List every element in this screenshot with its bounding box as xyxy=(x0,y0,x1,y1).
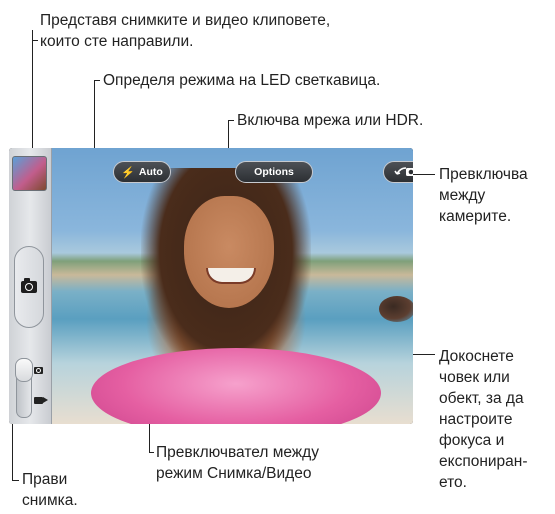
flash-mode-button[interactable]: ⚡ Auto xyxy=(113,161,171,183)
callout-mode-switch: Превключвател между режим Снимка/Видео xyxy=(156,444,319,482)
video-mode-icon xyxy=(34,397,48,404)
photo-viewer-thumbnail[interactable] xyxy=(12,156,47,191)
background-swimmer xyxy=(379,296,413,322)
leader-mode-h2 xyxy=(149,452,154,453)
callout-flash: Определя режима на LED светкавица. xyxy=(103,72,381,89)
options-button[interactable]: Options xyxy=(235,161,313,183)
leader-viewer-v xyxy=(32,30,33,159)
options-label: Options xyxy=(254,166,294,178)
callout-switch-camera: Превключва между камерите. xyxy=(439,166,528,225)
callout-options: Включва мрежа или HDR. xyxy=(237,112,424,129)
camera-icon xyxy=(21,278,37,293)
photo-mode-icon xyxy=(34,367,43,374)
callout-focus: Докоснете човек или обект, за да настрои… xyxy=(439,348,528,491)
camera-flip-icon xyxy=(394,167,413,176)
camera-screen: ⚡ Auto Options xyxy=(9,148,413,424)
flash-mode-label: Auto xyxy=(138,166,163,178)
mode-switch-knob[interactable] xyxy=(15,358,33,382)
shutter-button[interactable] xyxy=(14,246,44,328)
subject-face xyxy=(184,196,274,308)
viewfinder[interactable]: ⚡ Auto Options xyxy=(51,148,413,424)
leader-flash-h xyxy=(94,80,100,81)
callout-viewer: Представя снимките и видео клиповете, ко… xyxy=(40,12,331,50)
callout-take-photo: Прави снимка. xyxy=(22,471,78,509)
swim-ring xyxy=(91,348,381,424)
leader-viewer-h xyxy=(32,40,38,41)
switch-camera-button[interactable] xyxy=(383,161,413,183)
lightning-bolt-icon: ⚡ xyxy=(121,166,135,179)
leader-options-h xyxy=(228,120,234,121)
camera-control-bar xyxy=(9,148,52,424)
leader-take-photo-h xyxy=(12,480,19,481)
